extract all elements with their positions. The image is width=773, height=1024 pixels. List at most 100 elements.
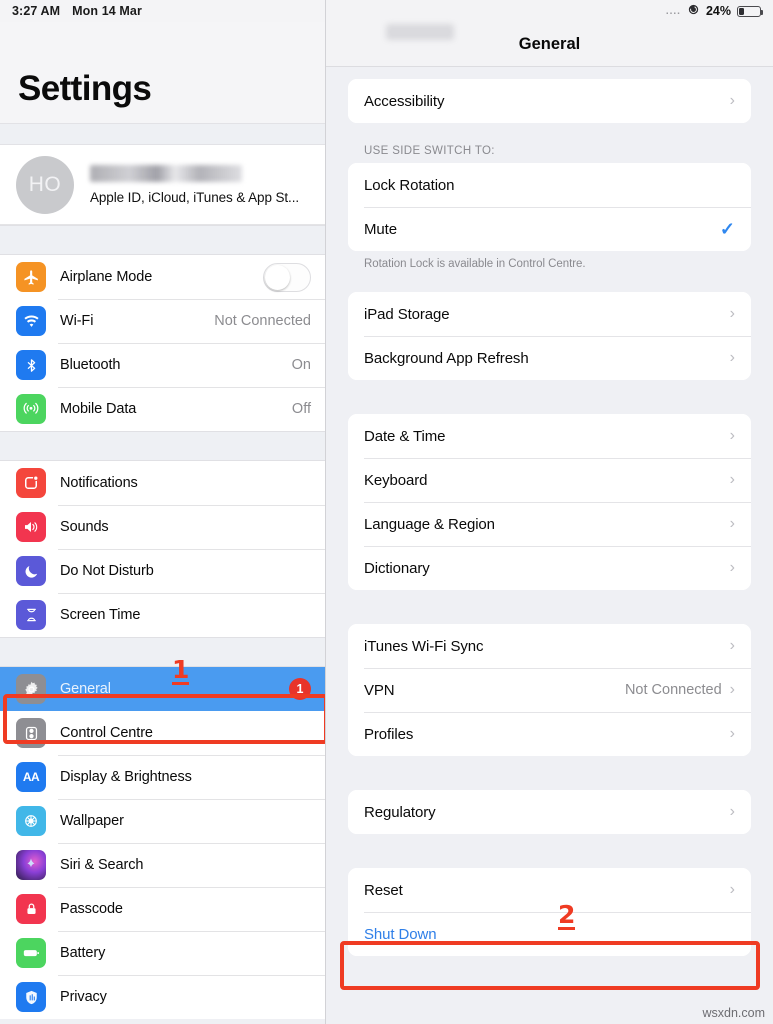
sidebar-item-siri-search[interactable]: Siri & Search: [0, 843, 325, 887]
settings-sidebar: 3:27 AM Mon 14 Mar Settings HO Apple ID,…: [0, 0, 326, 1024]
airplane-icon: [16, 262, 46, 292]
chevron-right-icon: ›: [729, 92, 735, 109]
detail-row-accessibility[interactable]: Accessibility ›: [348, 79, 751, 123]
sidebar-item-do-not-disturb[interactable]: Do Not Disturb: [0, 549, 325, 593]
sidebar-item-sounds[interactable]: Sounds: [0, 505, 325, 549]
settings-title-container: Settings: [0, 22, 325, 123]
battery-percent: 24%: [705, 4, 731, 18]
detail-row-ipad-storage[interactable]: iPad Storage ›: [348, 292, 751, 336]
sidebar-item-passcode[interactable]: Passcode: [0, 887, 325, 931]
detail-row-reset[interactable]: Reset ›: [348, 868, 751, 912]
sidebar-item-label: Passcode: [60, 901, 123, 917]
avatar-initials: HO: [28, 172, 62, 196]
airplane-mode-toggle[interactable]: [263, 262, 311, 292]
sidebar-item-label: Display & Brightness: [60, 769, 192, 785]
detail-row-shut-down[interactable]: Shut Down: [348, 912, 751, 956]
detail-row-regulatory[interactable]: Regulatory ›: [348, 790, 751, 834]
sidebar-item-battery[interactable]: Battery: [0, 931, 325, 975]
sidebar-item-display-brightness[interactable]: AA Display & Brightness: [0, 755, 325, 799]
sounds-icon: [16, 512, 46, 542]
detail-row-background-app-refresh[interactable]: Background App Refresh ›: [348, 336, 751, 380]
detail-row-language-region[interactable]: Language & Region ›: [348, 502, 751, 546]
account-subtitle: Apple ID, iCloud, iTunes & App St...: [90, 189, 300, 205]
shut-down-label: Shut Down: [364, 925, 437, 943]
sidebar-item-value: Not Connected: [214, 313, 311, 329]
detail-group-regulatory: Regulatory ›: [348, 790, 751, 834]
sidebar-item-label: Siri & Search: [60, 857, 144, 873]
sidebar-item-label: Sounds: [60, 519, 109, 535]
sidebar-item-privacy[interactable]: Privacy: [0, 975, 325, 1019]
lock-icon: [16, 894, 46, 924]
sidebar-group-spacer-1: [0, 225, 325, 255]
detail-nav-bar: General: [326, 22, 773, 67]
status-bar-right: .... 24%: [326, 0, 773, 22]
chevron-right-icon: ›: [729, 349, 735, 366]
sidebar-item-label: Control Centre: [60, 725, 153, 741]
sidebar-item-label: Bluetooth: [60, 357, 121, 373]
detail-row-itunes-wifi-sync[interactable]: iTunes Wi-Fi Sync ›: [348, 624, 751, 668]
hourglass-icon: [16, 600, 46, 630]
watermark: wsxdn.com: [702, 1006, 765, 1020]
sidebar-item-wifi[interactable]: Wi-Fi Not Connected: [0, 299, 325, 343]
sidebar-item-mobile-data[interactable]: Mobile Data Off: [0, 387, 325, 431]
chevron-right-icon: ›: [729, 427, 735, 444]
sidebar-item-label: Screen Time: [60, 607, 141, 623]
account-name-redacted: [90, 164, 242, 182]
battery-icon: [16, 938, 46, 968]
signal-dots: ....: [665, 5, 681, 17]
detail-row-keyboard[interactable]: Keyboard ›: [348, 458, 751, 502]
detail-row-label: Accessibility: [364, 92, 445, 110]
detail-row-label: iTunes Wi-Fi Sync: [364, 637, 484, 655]
sidebar-item-value: Off: [291, 401, 311, 417]
detail-row-date-time[interactable]: Date & Time ›: [348, 414, 751, 458]
privacy-icon: [16, 982, 46, 1012]
sidebar-group-connectivity: Airplane Mode Wi-Fi Not Connected Blueto…: [0, 255, 325, 431]
detail-row-label: Mute: [364, 220, 397, 238]
sidebar-item-label: Mobile Data: [60, 401, 137, 417]
sidebar-item-screen-time[interactable]: Screen Time: [0, 593, 325, 637]
detail-row-vpn[interactable]: VPN Not Connected ›: [348, 668, 751, 712]
mobile-data-icon: [16, 394, 46, 424]
aa-glyph: AA: [22, 770, 40, 784]
section-footer-side-switch: Rotation Lock is available in Control Ce…: [364, 258, 586, 270]
wallpaper-icon: [16, 806, 46, 836]
chevron-right-icon: ›: [729, 681, 735, 698]
sidebar-item-bluetooth[interactable]: Bluetooth On: [0, 343, 325, 387]
status-date: Mon 14 Mar: [72, 4, 142, 18]
detail-group-accessibility: Accessibility ›: [348, 79, 751, 123]
detail-row-label: Keyboard: [364, 471, 428, 489]
sidebar-item-notifications[interactable]: Notifications: [0, 461, 325, 505]
sidebar-item-label: Airplane Mode: [60, 269, 153, 285]
chevron-right-icon: ›: [729, 725, 735, 742]
detail-row-dictionary[interactable]: Dictionary ›: [348, 546, 751, 590]
detail-group-storage: iPad Storage › Background App Refresh ›: [348, 292, 751, 380]
detail-row-lock-rotation[interactable]: Lock Rotation: [348, 163, 751, 207]
moon-icon: [16, 556, 46, 586]
chevron-right-icon: ›: [729, 881, 735, 898]
detail-row-profiles[interactable]: Profiles ›: [348, 712, 751, 756]
account-text: Apple ID, iCloud, iTunes & App St...: [90, 164, 300, 205]
detail-row-value: Not Connected: [624, 682, 722, 698]
sidebar-group-system: General 1 Control Centre AA Display & Br…: [0, 667, 325, 1019]
detail-content: Accessibility › USE SIDE SWITCH TO: Lock…: [326, 79, 773, 956]
sidebar-item-general[interactable]: General 1: [0, 667, 325, 711]
battery-indicator-icon: [737, 5, 764, 17]
sidebar-item-label: Privacy: [60, 989, 107, 1005]
sidebar-item-control-centre[interactable]: Control Centre: [0, 711, 325, 755]
nav-redacted-region: [386, 24, 454, 40]
detail-row-mute[interactable]: Mute ✓: [348, 207, 751, 251]
annotation-number-1: 1: [172, 655, 190, 685]
sidebar-item-airplane-mode[interactable]: Airplane Mode: [0, 255, 325, 299]
detail-row-label: VPN: [364, 681, 395, 699]
annotation-number-2: 2: [558, 900, 576, 930]
detail-row-label: Dictionary: [364, 559, 430, 577]
gear-icon: [16, 674, 46, 704]
sidebar-item-label: Notifications: [60, 475, 138, 491]
control-centre-icon: [16, 718, 46, 748]
apple-id-account-row[interactable]: HO Apple ID, iCloud, iTunes & App St...: [0, 145, 325, 225]
sidebar-item-label: Wallpaper: [60, 813, 124, 829]
sidebar-item-wallpaper[interactable]: Wallpaper: [0, 799, 325, 843]
chevron-right-icon: ›: [729, 803, 735, 820]
sidebar-spacer-top: [0, 123, 325, 145]
status-bar-left: 3:27 AM Mon 14 Mar: [0, 0, 325, 22]
